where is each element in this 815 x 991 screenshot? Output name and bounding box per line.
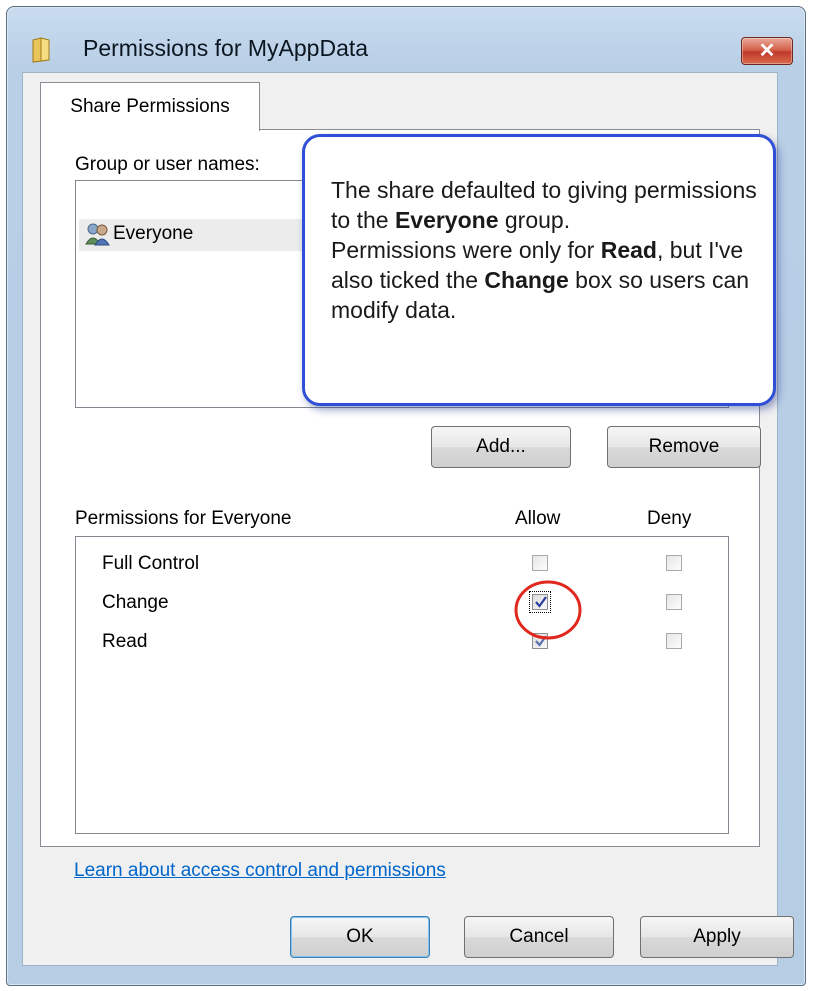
callout-text: Permissions were only for bbox=[331, 237, 601, 263]
callout-paragraph-2: Permissions were only for Read, but I've… bbox=[331, 235, 757, 325]
callout-paragraph-1: The share defaulted to giving permission… bbox=[331, 175, 757, 235]
allow-full-control-checkbox[interactable] bbox=[532, 555, 548, 571]
cancel-button[interactable]: Cancel bbox=[464, 916, 614, 958]
folder-icon bbox=[31, 37, 53, 63]
deny-column-header: Deny bbox=[647, 508, 692, 529]
annotation-callout: The share defaulted to giving permission… bbox=[302, 134, 776, 406]
close-button[interactable]: ✕ bbox=[741, 37, 793, 65]
permissions-list: Full Control Change Read bbox=[75, 536, 729, 834]
permissions-for-label: Permissions for Everyone bbox=[75, 508, 292, 529]
group-user-names-label: Group or user names: bbox=[75, 154, 260, 175]
deny-read-checkbox[interactable] bbox=[666, 633, 682, 649]
allow-column-header: Allow bbox=[515, 508, 561, 529]
deny-change-checkbox[interactable] bbox=[666, 594, 682, 610]
deny-full-control-checkbox[interactable] bbox=[666, 555, 682, 571]
users-icon bbox=[85, 222, 111, 246]
permission-name-read: Read bbox=[102, 631, 148, 652]
permission-name-full-control: Full Control bbox=[102, 553, 200, 574]
remove-button[interactable]: Remove bbox=[607, 426, 761, 468]
tab-share-permissions[interactable]: Share Permissions bbox=[40, 82, 260, 131]
callout-emphasis-everyone: Everyone bbox=[394, 207, 499, 233]
ok-button[interactable]: OK bbox=[290, 916, 430, 958]
annotation-circle bbox=[514, 580, 582, 640]
close-icon: ✕ bbox=[758, 40, 776, 62]
list-item-label: Everyone bbox=[113, 223, 194, 244]
apply-button[interactable]: Apply bbox=[640, 916, 794, 958]
callout-emphasis-read: Read bbox=[600, 237, 657, 263]
callout-text: group. bbox=[498, 207, 571, 233]
callout-emphasis-change: Change bbox=[484, 267, 569, 293]
window-title: Permissions for MyAppData bbox=[83, 35, 369, 61]
title-bar[interactable]: Permissions for MyAppData ✕ bbox=[7, 7, 805, 79]
access-control-help-link[interactable]: Learn about access control and permissio… bbox=[74, 860, 446, 882]
add-button[interactable]: Add... bbox=[431, 426, 571, 468]
permission-name-change: Change bbox=[102, 592, 169, 613]
